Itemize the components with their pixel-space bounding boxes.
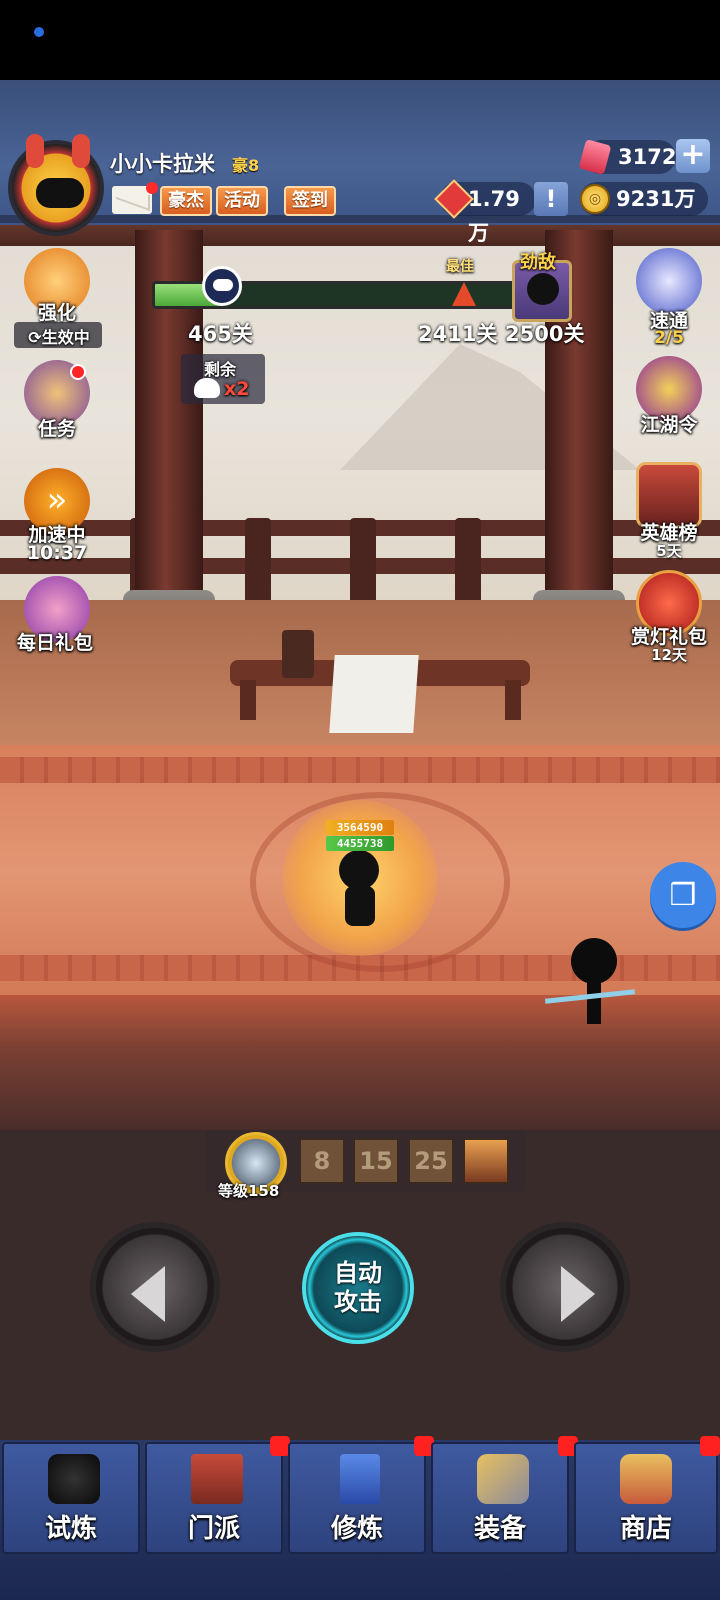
nav-cultivate[interactable]: 修炼 [288,1442,426,1554]
nav-sect-label: 门派 [187,1514,240,1544]
railing-post [245,518,271,608]
shop-house-icon [620,1454,672,1504]
player-hero [325,840,395,930]
nav-sect-badge [270,1436,290,1456]
railing-post [350,518,376,608]
hp-value-bottom: 4455738 [326,836,394,851]
honor-amount: 1.79万 [468,187,520,245]
temple-gate-icon [191,1454,243,1504]
player-marker-icon [202,266,242,306]
nav-shop-label: 商店 [619,1514,672,1544]
game-screen: 3564590 4455738 ❒ 小小卡拉米 豪8 豪杰 活动 签到 3172… [0,0,720,1600]
enhance-status: ⟳生效中 [28,328,90,347]
nav-equipment-label: 装备 [473,1514,526,1544]
cube-icon: ❒ [669,877,697,913]
hero-head [339,850,379,890]
notification-dot-icon [34,27,44,37]
auto-attack-line1: 自动 [334,1259,382,1287]
tasks-notification-dot [70,364,86,380]
daily-gift-label: 每日礼包 [16,632,93,654]
best-label: 最佳 [446,259,474,275]
status-bar [0,0,720,80]
boss-label: 劲敌 [520,252,556,273]
skull-icon [194,378,220,398]
nav-sect[interactable]: 门派 [145,1442,283,1554]
sweep-count: 2/5 [654,328,684,348]
railing-post [455,518,481,608]
fast-forward-icon: » [46,480,68,520]
best-flag-icon [452,282,476,306]
table-leg [505,680,521,720]
remaining-count: x2 [224,378,250,400]
table-leg [240,680,256,720]
hero-hp-display: 3564590 4455738 [326,820,394,852]
rabbit-ear-icon [72,134,90,168]
gem-amount: 3172 [618,145,677,169]
heroes-button[interactable]: 豪杰 [160,186,212,216]
nav-trial-label: 试炼 [44,1514,97,1544]
hp-value-top: 3564590 [326,820,394,835]
coin-icon: ◎ [580,184,610,214]
enemy-head [571,938,617,984]
brush-cup [282,630,314,678]
tasks-label: 任务 [37,418,76,440]
secret-book-icon [340,1454,380,1504]
nav-equipment[interactable]: 装备 [431,1442,569,1554]
right-arrow-icon [561,1266,595,1322]
ninja-icon [48,1454,100,1504]
events-button[interactable]: 活动 [216,186,268,216]
mail-notification-dot [146,182,158,194]
player-name: 小小卡拉米 [110,152,215,176]
left-arrow-icon [131,1266,165,1322]
player-avatar[interactable] [8,134,104,236]
rabbit-ear-icon [26,134,44,168]
add-gems-button[interactable]: + [676,139,710,173]
boss-stage: 2500关 [505,322,585,346]
leaderboard-days: 5天 [656,542,682,560]
enhance-status-text: 生效中 [41,328,90,347]
nav-trial[interactable]: 试炼 [2,1442,140,1554]
sword-hammer-icon [477,1454,529,1504]
nav-shop[interactable]: 商店 [574,1442,718,1554]
nav-shop-badge [700,1436,720,1456]
move-left-button[interactable] [90,1222,220,1352]
sweep-button[interactable] [636,248,702,314]
enemy-body [587,980,601,1024]
vip-badge: 豪8 [232,156,260,175]
best-stage: 2411关 [418,322,498,346]
speedup-timer: 10:37 [26,542,88,564]
enemy-stickman [544,930,636,1040]
hero-body [345,886,375,926]
battle-scene [0,80,720,1130]
header-divider [0,215,720,223]
enhance-label: 强化 [37,302,76,324]
move-right-button[interactable] [500,1222,630,1352]
lantern-gift-days: 12天 [651,646,687,664]
coin-amount: 9231万 [616,187,696,211]
checkin-button[interactable]: 签到 [284,186,336,216]
avatar-mask [36,178,84,208]
skill-slot-unlocked[interactable] [463,1138,509,1184]
honor-info-button[interactable]: ! [534,182,568,216]
current-stage: 465关 [188,322,253,346]
skill-slot-locked[interactable]: 8 [299,1138,345,1184]
auto-attack-line2: 攻击 [334,1288,382,1316]
nav-cultivate-label: 修炼 [330,1514,383,1544]
jianghu-order-label: 江湖令 [640,414,698,436]
auto-attack-button[interactable]: 自动 攻击 [302,1232,414,1344]
skill-slot-locked[interactable]: 15 [353,1138,399,1184]
skill-slot-locked[interactable]: 25 [408,1138,454,1184]
cube-button[interactable]: ❒ [650,862,716,928]
skill-level: 等级158 [218,1182,280,1200]
remaining-label: 剩余 [204,360,237,379]
paper-sheet [329,655,419,733]
platform-pattern-band [0,757,720,783]
